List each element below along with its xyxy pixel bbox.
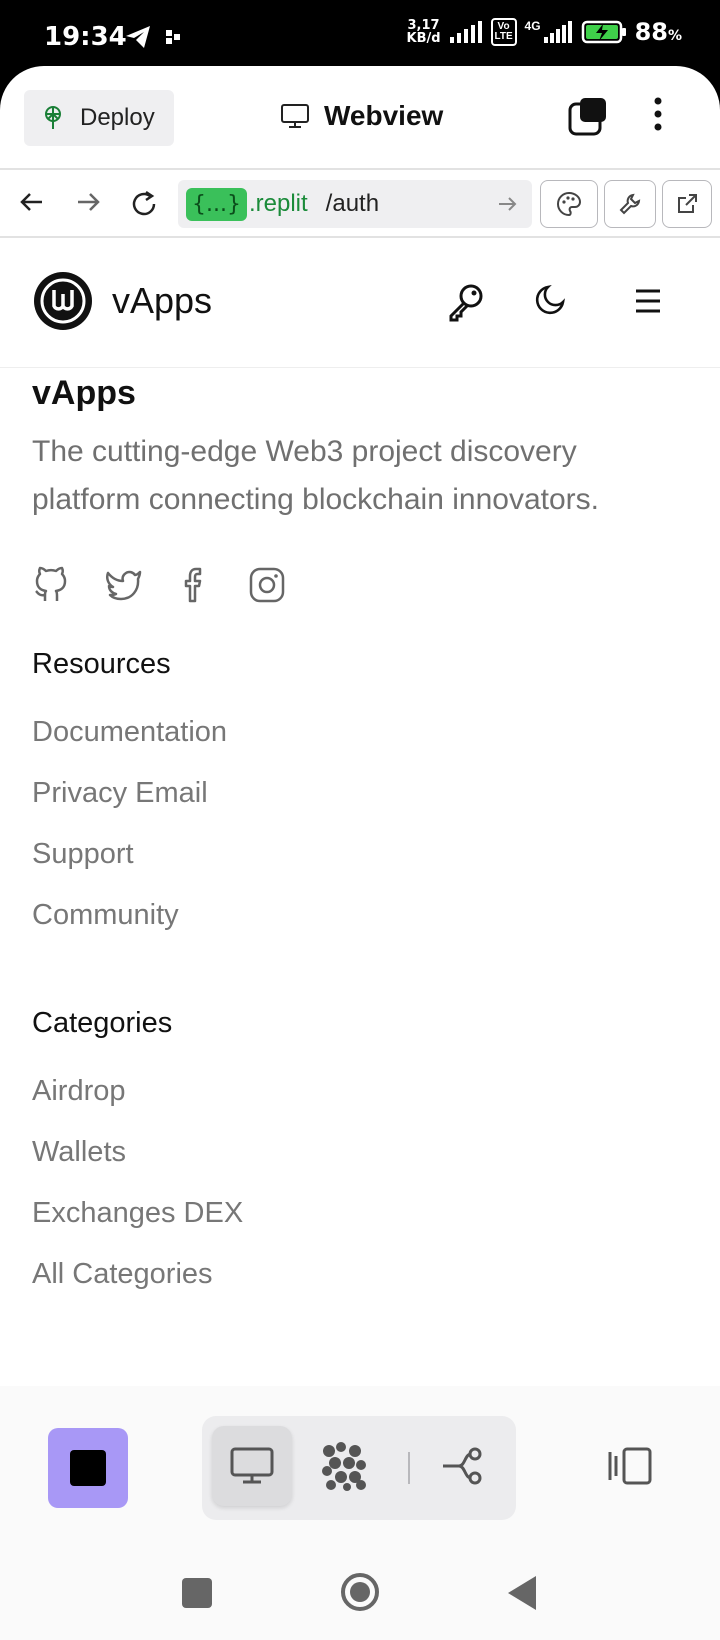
git-view-button[interactable] — [424, 1426, 504, 1506]
status-bar: 19:34 3,17 KB/d Vo LTE 4G 88% — [0, 0, 720, 76]
open-external-button[interactable] — [662, 180, 712, 228]
hamburger-menu-icon[interactable] — [634, 288, 662, 314]
recents-icon[interactable] — [182, 1578, 212, 1608]
cast-icon — [166, 30, 180, 44]
site-name[interactable]: vApps — [112, 280, 212, 322]
home-icon[interactable] — [340, 1572, 380, 1612]
palette-button[interactable] — [540, 180, 598, 228]
footer-brand: vApps — [32, 374, 136, 412]
reload-icon[interactable] — [128, 188, 160, 220]
telegram-icon — [126, 26, 150, 48]
forward-arrow-icon[interactable] — [74, 188, 102, 216]
volte-icon: Vo LTE — [490, 18, 517, 46]
webview-page: vApps vApps The cutting-edge Web3 projec… — [0, 238, 720, 1386]
devtools-button[interactable] — [604, 180, 656, 228]
link-support[interactable]: Support — [32, 838, 134, 871]
link-community[interactable]: Community — [32, 899, 179, 932]
status-time: 19:34 — [44, 22, 127, 52]
battery-value: 88 — [634, 18, 668, 46]
battery-unit: % — [667, 28, 682, 44]
vapps-logo-icon[interactable] — [32, 270, 94, 332]
battery-icon — [581, 20, 626, 44]
signal-4g: 4G — [525, 19, 573, 45]
url-path: /auth — [325, 190, 380, 217]
stop-button[interactable] — [48, 1428, 128, 1508]
battery-percent: 88% — [635, 18, 682, 46]
link-airdrop[interactable]: Airdrop — [32, 1075, 126, 1108]
network-speed: 3,17 KB/d — [407, 19, 441, 45]
status-notification-icons — [124, 24, 184, 50]
link-wallets[interactable]: Wallets — [32, 1136, 126, 1169]
replit-top-panel: Deploy Webview — [0, 66, 720, 170]
back-arrow-icon[interactable] — [18, 188, 46, 216]
webview-label: Webview — [324, 100, 444, 131]
webview-view-button[interactable] — [212, 1426, 292, 1506]
twitter-icon[interactable] — [104, 566, 142, 604]
go-arrow-icon[interactable] — [496, 193, 518, 215]
footer-description: The cutting-edge Web3 project discovery … — [32, 435, 599, 516]
instagram-icon[interactable] — [248, 566, 286, 604]
webview-tab[interactable]: Webview — [280, 100, 443, 132]
back-icon[interactable] — [506, 1574, 540, 1612]
stop-icon — [70, 1450, 106, 1486]
categories-title: Categories — [32, 1007, 173, 1039]
url-host: .replit — [248, 190, 308, 217]
external-link-icon — [678, 194, 697, 213]
moon-icon[interactable] — [534, 284, 566, 316]
deploy-button[interactable]: Deploy — [24, 90, 174, 146]
status-right: 3,17 KB/d Vo LTE 4G 88% — [407, 18, 682, 46]
wrench-icon — [619, 193, 641, 215]
resources-title: Resources — [32, 648, 171, 680]
more-vertical-icon[interactable] — [648, 96, 668, 136]
link-exchanges-dex[interactable]: Exchanges DEX — [32, 1197, 243, 1230]
panel-toggle-icon[interactable] — [606, 1446, 654, 1486]
palette-icon — [557, 191, 582, 217]
url-bar[interactable]: {...} .replit /auth — [178, 180, 532, 228]
view-switcher — [202, 1416, 516, 1520]
link-privacy-email[interactable]: Privacy Email — [32, 777, 208, 810]
url-toolbar: {...} .replit /auth — [0, 170, 720, 238]
url-chip: {...} — [186, 187, 247, 221]
replit-bottom-bar — [0, 1386, 720, 1540]
link-documentation[interactable]: Documentation — [32, 716, 227, 749]
github-icon[interactable] — [32, 566, 70, 604]
replit-agent-icon — [322, 1442, 366, 1491]
monitor-icon — [281, 104, 309, 128]
signal-icon-2 — [543, 21, 572, 43]
site-header: vApps — [0, 238, 720, 368]
key-icon[interactable] — [446, 282, 486, 322]
workspace-view-button[interactable] — [304, 1426, 384, 1506]
deploy-icon — [45, 106, 61, 129]
branch-icon — [443, 1447, 482, 1485]
facebook-icon[interactable] — [176, 566, 214, 604]
speed-unit: KB/d — [406, 31, 441, 46]
tabs-icon[interactable] — [568, 96, 608, 136]
deploy-label: Deploy — [80, 104, 155, 131]
network-type: 4G — [524, 19, 541, 33]
signal-icon — [449, 21, 482, 43]
monitor-icon — [230, 1447, 274, 1484]
social-links — [32, 566, 286, 604]
android-nav-bar — [0, 1536, 720, 1640]
link-all-categories[interactable]: All Categories — [32, 1258, 213, 1291]
divider — [408, 1452, 410, 1484]
